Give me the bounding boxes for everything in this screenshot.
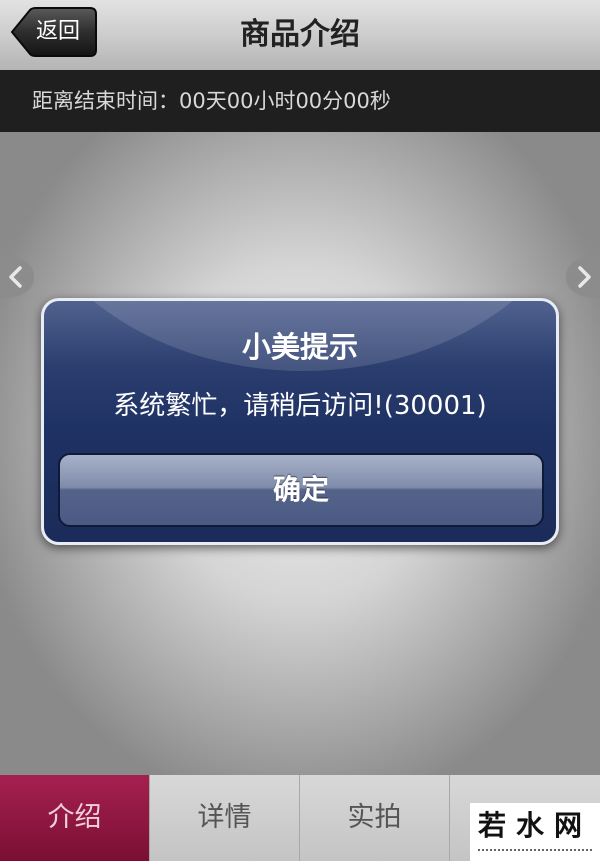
chevron-right-icon[interactable]: [566, 255, 600, 299]
countdown-bar: 距离结束时间：00天00小时00分00秒: [0, 70, 600, 132]
dialog-message: 系统繁忙，请稍后访问!(30001): [113, 391, 487, 421]
tab-details[interactable]: 详情: [150, 775, 300, 861]
watermark-dots: [478, 849, 592, 853]
tab-photos[interactable]: 实拍: [300, 775, 450, 861]
watermark-logo: 若水网: [470, 803, 600, 861]
page-title: 商品介绍: [240, 17, 360, 52]
tab-intro[interactable]: 介绍: [0, 775, 150, 861]
watermark-text: 若水网: [477, 809, 592, 842]
alert-dialog: 小美提示 系统繁忙，请稍后访问!(30001) 确定: [41, 298, 559, 545]
chevron-left-icon[interactable]: [0, 255, 34, 299]
back-button[interactable]: 返回: [10, 6, 98, 58]
dialog-title: 小美提示: [241, 330, 358, 364]
confirm-button[interactable]: 确定: [58, 453, 544, 527]
back-button-label: 返回: [36, 19, 81, 44]
nav-header: 返回 商品介绍: [0, 0, 600, 71]
